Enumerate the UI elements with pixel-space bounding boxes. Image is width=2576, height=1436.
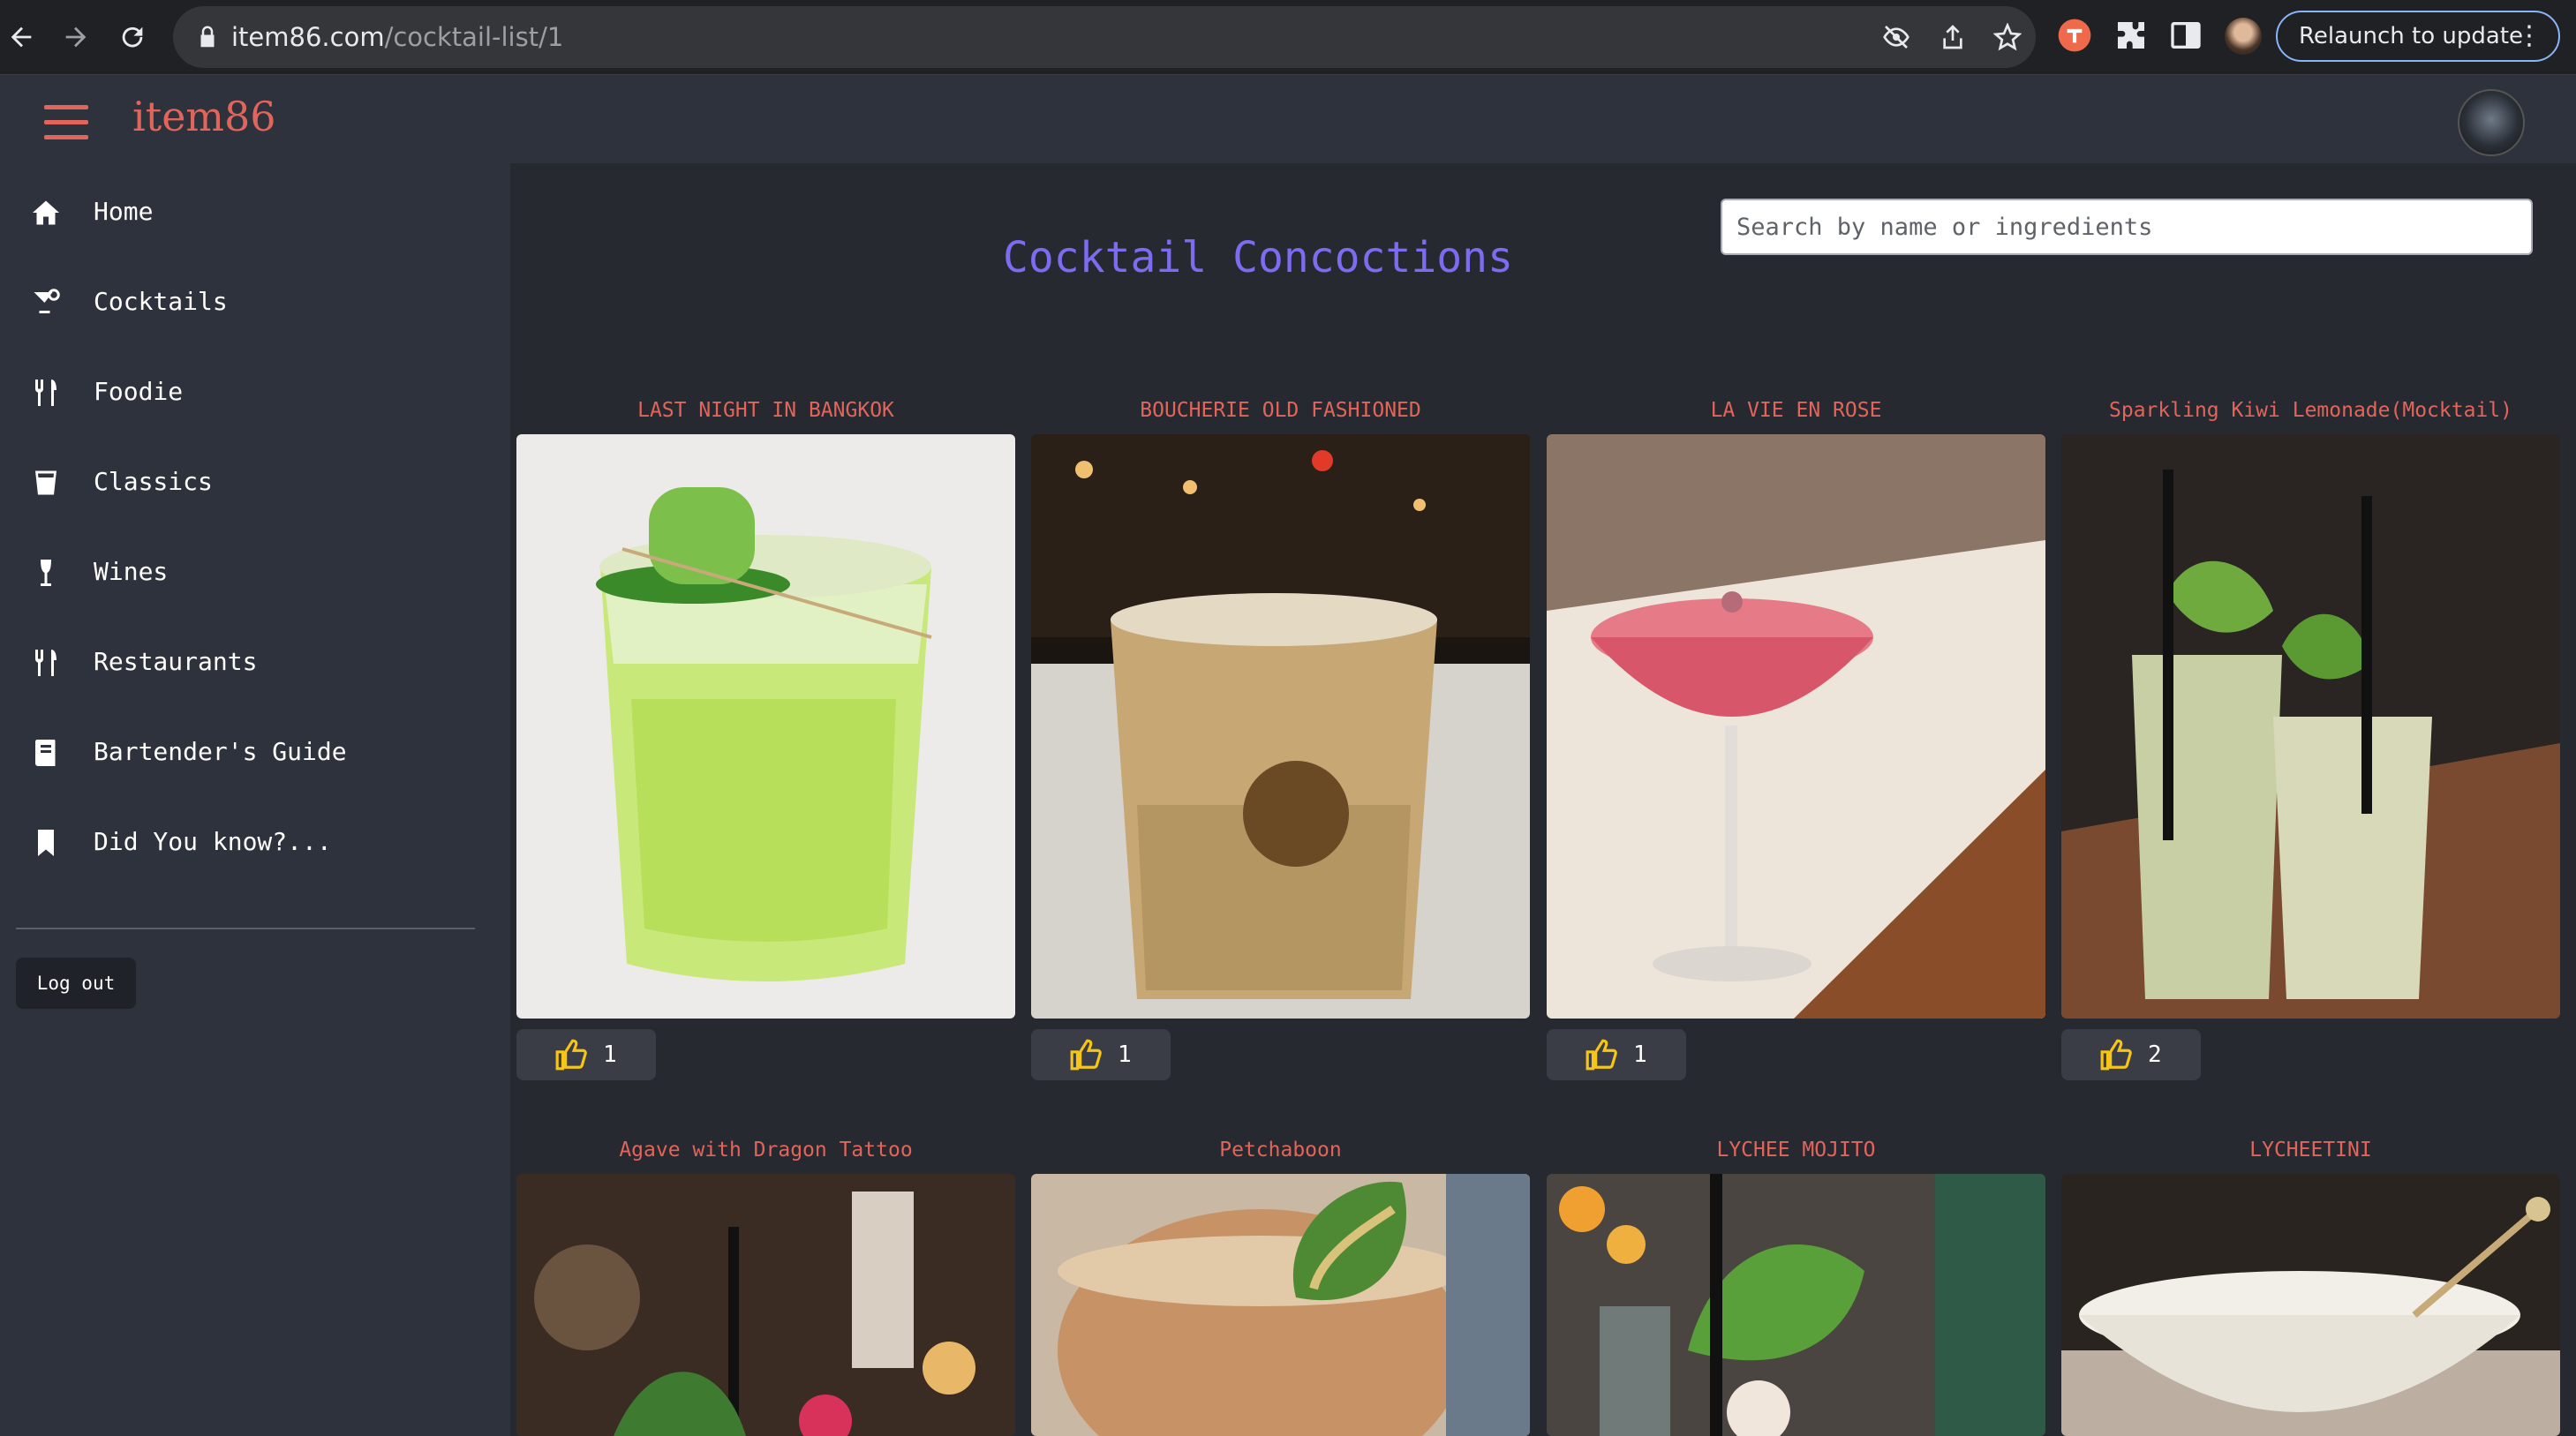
card-title[interactable]: LYCHEETINI — [2061, 1139, 2560, 1162]
sidebar-item-label: Foodie — [94, 377, 184, 406]
like-button[interactable]: 1 — [1031, 1029, 1171, 1080]
sidebar-item-label: Cocktails — [94, 287, 228, 316]
card-title[interactable]: LA VIE EN ROSE — [1547, 399, 2045, 422]
share-icon[interactable] — [1939, 23, 1967, 51]
sidebar-item-cocktails[interactable]: Cocktails — [0, 262, 510, 342]
card-title[interactable]: Agave with Dragon Tattoo — [516, 1139, 1015, 1162]
cocktail-photo[interactable] — [1547, 1174, 2045, 1436]
home-icon — [33, 200, 59, 225]
like-button[interactable]: 2 — [2061, 1029, 2201, 1080]
like-count: 2 — [2148, 1041, 2162, 1068]
menu-icon[interactable] — [44, 105, 88, 140]
search-input[interactable] — [1721, 199, 2533, 255]
page-title: Cocktail Concoctions — [1003, 233, 1513, 282]
sidebar-item-label: Home — [94, 197, 154, 226]
sidebar-divider — [16, 928, 475, 929]
avatar[interactable] — [2225, 18, 2262, 55]
sidebar-item-label: Wines — [94, 557, 169, 586]
address-bar[interactable]: item86.com/cocktail-list/1 — [173, 6, 2036, 68]
puzzle-icon[interactable] — [2113, 18, 2149, 53]
sidebar: Home Cocktails Foodie Classics Wines Res… — [0, 163, 510, 1436]
brand-logo[interactable]: item86 — [132, 93, 276, 140]
star-icon[interactable] — [1993, 23, 2022, 51]
sidebar-item-label: Did You know?... — [94, 827, 332, 856]
thumbs-up-icon — [555, 1039, 587, 1071]
app-header: item86 — [0, 75, 2576, 163]
card-title[interactable]: Petchaboon — [1031, 1139, 1530, 1162]
cocktail-photo[interactable] — [1031, 434, 1530, 1019]
cocktail-photo[interactable] — [2061, 1174, 2560, 1436]
utensils-icon — [35, 380, 56, 406]
thumbs-up-icon — [1070, 1039, 1102, 1071]
glass-icon — [35, 470, 56, 495]
card-title[interactable]: LYCHEE MOJITO — [1547, 1139, 2045, 1162]
bookmark-icon — [38, 830, 54, 856]
url-text: item86.com/cocktail-list/1 — [231, 22, 564, 52]
sidebar-item-label: Bartender's Guide — [94, 737, 347, 766]
like-button[interactable]: 1 — [516, 1029, 656, 1080]
card-title[interactable]: BOUCHERIE OLD FASHIONED — [1031, 399, 1530, 422]
extension-icon[interactable] — [2057, 18, 2092, 53]
cocktail-photo[interactable] — [1031, 1174, 1530, 1436]
sidebar-item-label: Restaurants — [94, 647, 258, 676]
eye-off-icon[interactable] — [1882, 23, 1910, 51]
logout-button[interactable]: Log out — [16, 958, 136, 1009]
book-icon — [34, 740, 56, 766]
cocktail-photo[interactable] — [2061, 434, 2560, 1019]
sidebar-item-foodie[interactable]: Foodie — [0, 352, 510, 432]
card-title[interactable]: LAST NIGHT IN BANGKOK — [516, 399, 1015, 422]
sidebar-item-bartenders-guide[interactable]: Bartender's Guide — [0, 712, 510, 792]
utensils-icon — [35, 650, 56, 676]
like-button[interactable]: 1 — [1547, 1029, 1686, 1080]
sidebar-item-did-you-know[interactable]: Did You know?... — [0, 802, 510, 882]
sidepanel-icon[interactable] — [2168, 18, 2203, 53]
forward-icon[interactable] — [55, 16, 97, 58]
card-title[interactable]: Sparkling Kiwi Lemonade(Mocktail) — [2061, 399, 2560, 422]
sidebar-item-restaurants[interactable]: Restaurants — [0, 622, 510, 702]
sidebar-item-wines[interactable]: Wines — [0, 532, 510, 612]
reload-icon[interactable] — [111, 16, 154, 58]
like-count: 1 — [1118, 1041, 1132, 1068]
like-count: 1 — [1633, 1041, 1647, 1068]
cocktail-photo[interactable] — [1547, 434, 2045, 1019]
cocktail-photo[interactable] — [516, 434, 1015, 1019]
cocktail-icon — [34, 289, 60, 313]
sidebar-item-label: Classics — [94, 467, 213, 496]
profile-avatar[interactable] — [2458, 89, 2525, 156]
like-count: 1 — [603, 1041, 617, 1068]
thumbs-up-icon — [1586, 1039, 1617, 1071]
back-icon[interactable] — [0, 16, 42, 58]
more-icon[interactable]: ⋮ — [2516, 12, 2542, 60]
lock-icon — [200, 26, 215, 48]
cocktail-photo[interactable] — [516, 1174, 1015, 1436]
sidebar-item-classics[interactable]: Classics — [0, 442, 510, 522]
wine-icon — [41, 560, 51, 586]
sidebar-item-home[interactable]: Home — [0, 172, 510, 252]
browser-toolbar: item86.com/cocktail-list/1 Relaunch to u… — [0, 0, 2576, 75]
relaunch-button[interactable]: Relaunch to update ⋮ — [2276, 11, 2560, 62]
thumbs-up-icon — [2100, 1039, 2132, 1071]
